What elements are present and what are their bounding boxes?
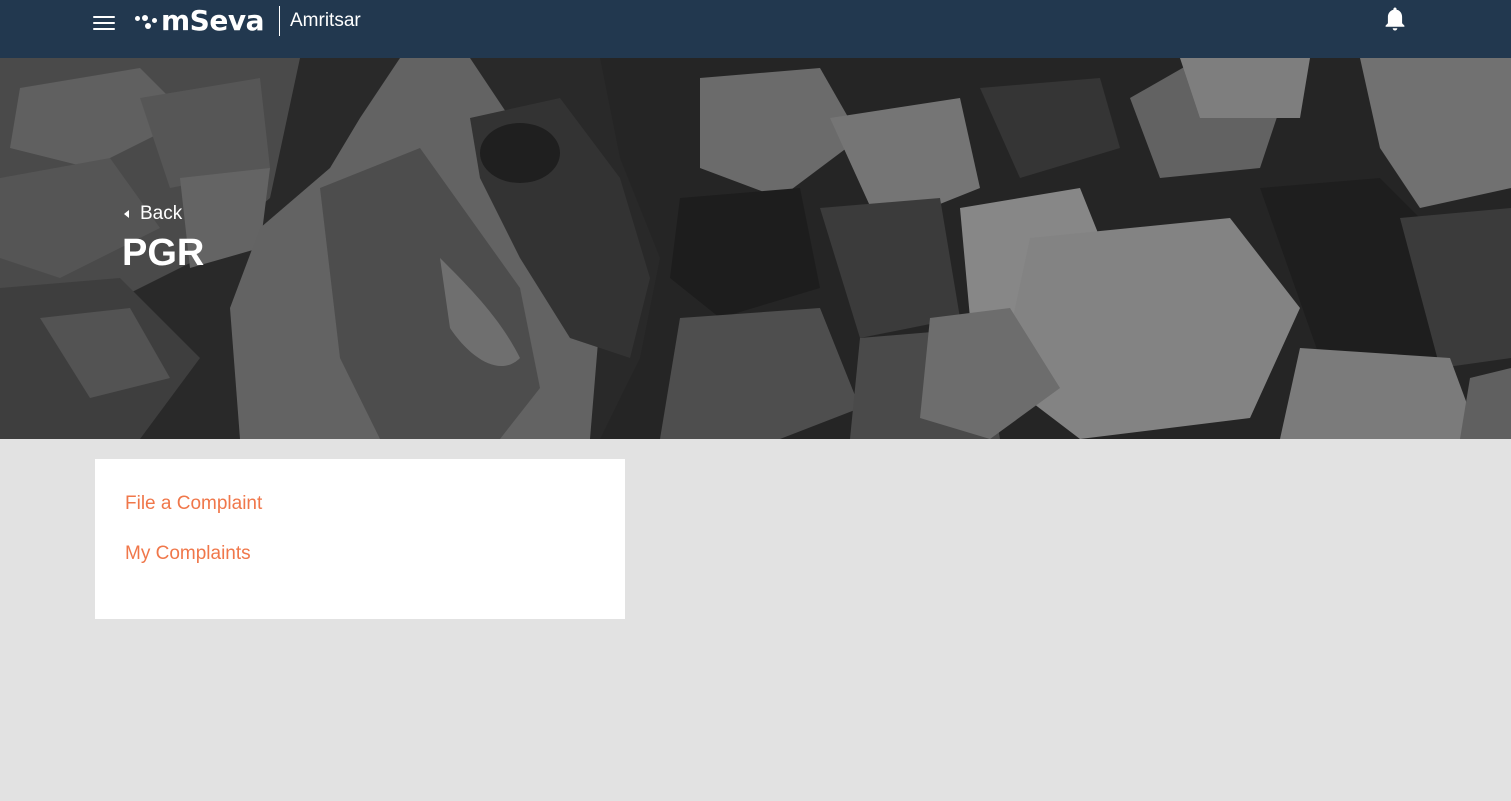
back-link[interactable]: Back	[122, 203, 182, 225]
file-complaint-link[interactable]: File a Complaint	[125, 493, 262, 515]
top-app-bar: mSeva Amritsar	[0, 0, 1511, 58]
hero-banner: Back PGR	[0, 58, 1511, 439]
bell-icon[interactable]	[1382, 5, 1408, 33]
pgr-menu-card: File a Complaint My Complaints	[95, 459, 625, 619]
my-complaints-link[interactable]: My Complaints	[125, 543, 251, 565]
page-title: PGR	[122, 232, 205, 274]
header-divider	[279, 6, 280, 36]
city-name[interactable]: Amritsar	[290, 10, 361, 32]
back-label: Back	[140, 203, 183, 224]
banner-photo	[0, 58, 1511, 439]
mseva-logo[interactable]: mSeva	[133, 4, 264, 38]
brand-name: mSeva	[161, 4, 264, 37]
logo-mark-icon	[133, 10, 159, 32]
hamburger-menu-icon[interactable]	[90, 10, 118, 36]
caret-left-icon	[124, 210, 129, 218]
